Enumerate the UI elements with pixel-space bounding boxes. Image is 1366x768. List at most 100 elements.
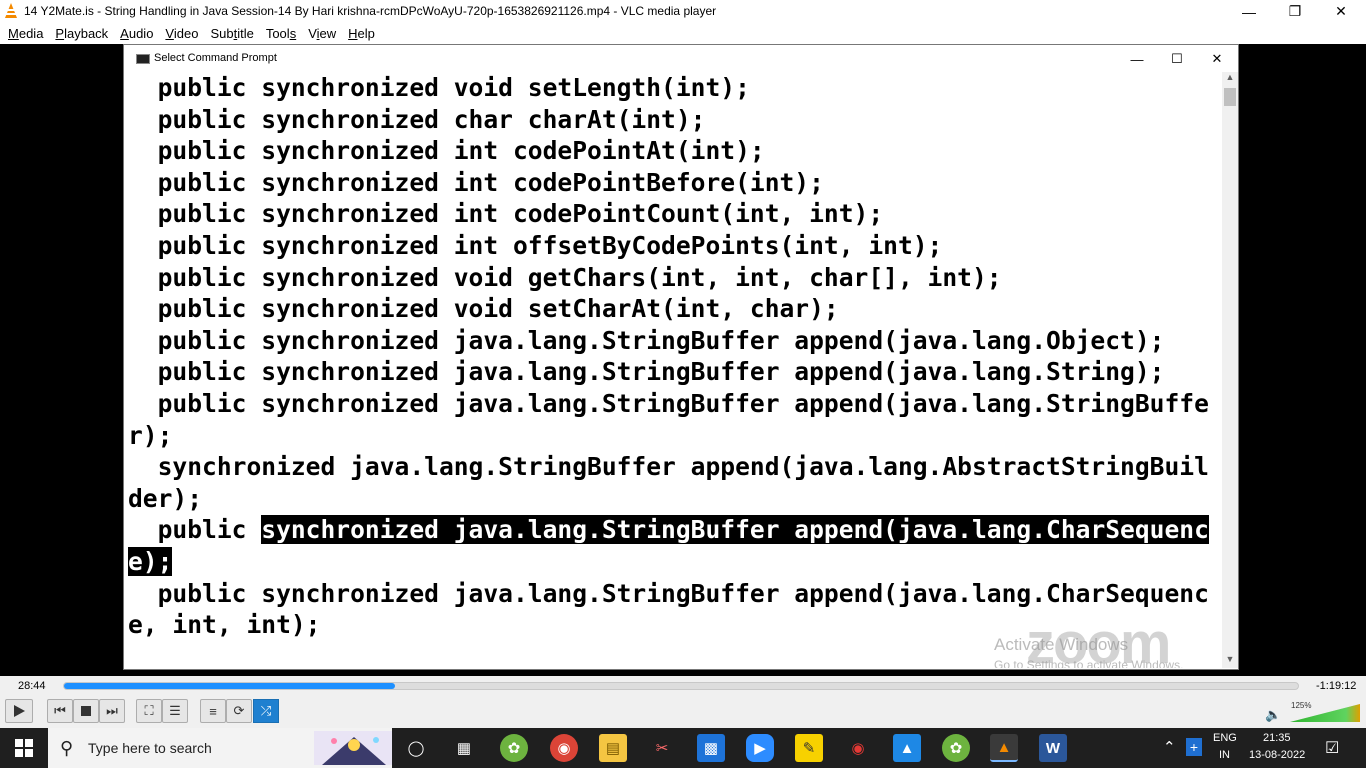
output-line: public synchronized void setCharAt(int, …	[128, 294, 839, 324]
cmd-window-title: Select Command Prompt	[154, 52, 277, 64]
notifications-icon[interactable]: ☑	[1325, 738, 1339, 758]
stop-icon	[81, 706, 91, 716]
spring-tool-suite-icon-2[interactable]: ✿	[942, 734, 970, 762]
menu-video[interactable]: Video	[159, 26, 204, 41]
unselected-text: public	[128, 515, 262, 545]
output-line: public synchronized java.lang.StringBuff…	[128, 578, 1209, 608]
menu-bar: Media Playback Audio Video Subtitle Tool…	[0, 23, 1366, 44]
taskbar-search-box[interactable]: ⚲ Type here to search	[48, 728, 392, 768]
cmd-terminal-icon	[136, 54, 150, 64]
clock-date[interactable]: 13-08-2022	[1249, 749, 1305, 761]
vlc-title-bar: 14 Y2Mate.is - String Handling in Java S…	[0, 0, 1366, 23]
scroll-down-icon[interactable]: ▼	[1222, 654, 1238, 668]
cmd-close-button[interactable]: ✕	[1197, 49, 1237, 69]
playlist-button[interactable]: ≡	[200, 699, 226, 723]
selected-text: e);	[128, 547, 173, 576]
next-icon: ⏭	[106, 703, 118, 718]
next-button[interactable]: ⏭	[99, 699, 125, 723]
output-line: r);	[128, 420, 173, 450]
menu-media[interactable]: Media	[2, 26, 49, 41]
menu-view[interactable]: View	[302, 26, 342, 41]
seek-progress	[64, 683, 395, 689]
output-line: e, int, int);	[128, 610, 321, 640]
vlc-taskbar-icon[interactable]: ▲	[990, 734, 1018, 762]
fullscreen-button[interactable]: ⛶	[136, 699, 162, 723]
previous-button[interactable]: ⏮	[47, 699, 73, 723]
cmd-output[interactable]: public synchronized void setLength(int);…	[128, 72, 1218, 668]
output-line: public synchronized void getChars(int, i…	[128, 262, 1002, 292]
chrome-icon[interactable]: ◉	[550, 734, 578, 762]
activate-windows-watermark: Activate Windows	[994, 635, 1129, 654]
output-line: der);	[128, 483, 203, 513]
restore-button[interactable]: ❐	[1272, 0, 1318, 23]
random-button[interactable]: ⤮	[253, 699, 279, 723]
output-line: public synchronized java.lang.StringBuff…	[128, 389, 1209, 418]
menu-tools[interactable]: Tools	[260, 26, 302, 41]
volume-icon[interactable]: 🔈	[1265, 707, 1281, 723]
volume-percent: 125%	[1291, 701, 1312, 710]
playback-controls: ⏮ ⏭ ⛶ ☰ ≡ ⟳ ⤮ 🔈 125%	[0, 696, 1366, 728]
stop-button[interactable]	[73, 699, 99, 723]
fullscreen-icon: ⛶	[144, 703, 154, 718]
cmd-scrollbar[interactable]: ▲ ▼	[1222, 72, 1238, 668]
seek-row: 28:44 -1:19:12	[0, 676, 1366, 696]
seek-bar[interactable]	[63, 682, 1299, 690]
output-line: public synchronized int offsetByCodePoin…	[128, 231, 943, 260]
spring-tool-suite-icon[interactable]: ✿	[500, 734, 528, 762]
vlc-cone-icon	[5, 3, 17, 18]
menu-help[interactable]: Help	[342, 26, 381, 41]
snipping-tool-icon[interactable]: ✂	[648, 734, 676, 762]
menu-subtitle[interactable]: Subtitle	[204, 26, 259, 41]
cmd-minimize-button[interactable]: —	[1117, 49, 1157, 69]
microsoft-store-icon[interactable]: ▩	[697, 734, 725, 762]
search-placeholder: Type here to search	[88, 740, 212, 756]
window-title: 14 Y2Mate.is - String Handling in Java S…	[24, 4, 717, 18]
show-hidden-icons-chevron-icon[interactable]: ⌃	[1163, 738, 1176, 756]
file-explorer-icon[interactable]: ▤	[599, 734, 627, 762]
play-button[interactable]	[5, 699, 33, 723]
loop-button[interactable]: ⟳	[226, 699, 252, 723]
command-prompt-window: Select Command Prompt — ☐ ✕ public synch…	[123, 44, 1239, 670]
word-icon[interactable]: W	[1039, 734, 1067, 762]
scroll-thumb[interactable]	[1224, 88, 1236, 106]
photos-icon[interactable]: ▲	[893, 734, 921, 762]
menu-audio[interactable]: Audio	[114, 26, 159, 41]
playlist-icon: ≡	[209, 703, 217, 719]
cmd-maximize-button[interactable]: ☐	[1157, 49, 1197, 69]
shuffle-icon: ⤮	[260, 703, 272, 718]
remaining-time[interactable]: -1:19:12	[1316, 680, 1356, 692]
output-line-selected: e);	[128, 546, 173, 577]
search-icon: ⚲	[60, 738, 74, 758]
task-switch-icon[interactable]: ▦	[450, 734, 478, 762]
minimize-button[interactable]: —	[1226, 0, 1272, 23]
taskbar: ⚲ Type here to search ◯ ▦ ✿ ◉ ▤ ✂ ▩ ▶ ✎ …	[0, 728, 1366, 768]
task-view-icon[interactable]: ◯	[402, 734, 430, 762]
close-button[interactable]: ✕	[1318, 0, 1364, 23]
equalizer-icon: ☰	[169, 703, 181, 718]
output-line: public synchronized void setLength(int);	[128, 73, 750, 102]
menu-playback[interactable]: Playback	[49, 26, 114, 41]
output-line-selected: public synchronized java.lang.StringBuff…	[128, 514, 1209, 545]
play-icon	[14, 705, 25, 717]
search-highlight-illustration-icon	[314, 731, 392, 765]
output-line: public synchronized java.lang.StringBuff…	[128, 357, 1165, 387]
output-line: public synchronized char charAt(int);	[128, 104, 706, 134]
scroll-up-icon[interactable]: ▲	[1222, 72, 1238, 86]
windows-logo-icon	[15, 739, 33, 757]
input-region[interactable]: IN	[1219, 749, 1230, 761]
zoom-app-icon[interactable]: ▶	[746, 734, 774, 762]
output-line: public synchronized java.lang.StringBuff…	[128, 325, 1165, 355]
input-language[interactable]: ENG	[1213, 732, 1237, 744]
sticky-notes-icon[interactable]: ✎	[795, 734, 823, 762]
extended-settings-button[interactable]: ☰	[162, 699, 188, 723]
loop-icon: ⟳	[233, 703, 245, 718]
selected-text: synchronized java.lang.StringBuffer appe…	[261, 515, 1209, 545]
clock-time[interactable]: 21:35	[1263, 732, 1291, 744]
output-line: public synchronized int codePointBefore(…	[128, 167, 824, 197]
start-button[interactable]	[0, 728, 48, 768]
activate-windows-subtext: Go to Settings to activate Windows.	[994, 658, 1184, 668]
screen-recorder-icon[interactable]: ◉	[844, 734, 872, 762]
output-line: public synchronized int codePointCount(i…	[128, 199, 884, 229]
output-line: synchronized java.lang.StringBuffer appe…	[128, 452, 1209, 482]
tray-app-plus-icon[interactable]: +	[1186, 738, 1202, 756]
